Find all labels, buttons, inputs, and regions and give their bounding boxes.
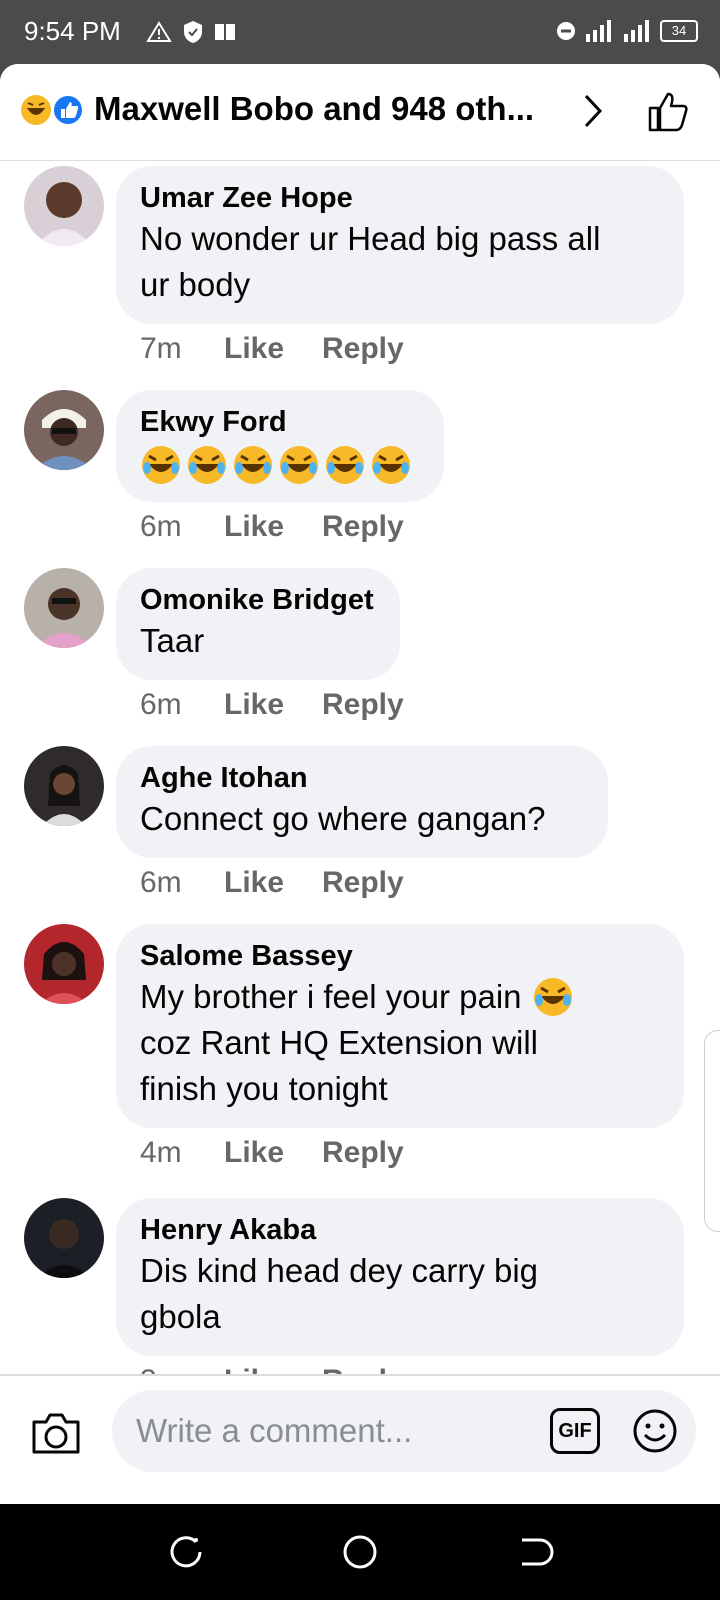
comment-meta: 6m Like Reply: [140, 688, 404, 722]
comment-meta: 7m Like Reply: [140, 332, 404, 366]
like-link[interactable]: Like: [224, 510, 322, 544]
comment-author[interactable]: Umar Zee Hope: [140, 180, 660, 216]
comment-time: 4m: [140, 1136, 182, 1169]
comment-bubble[interactable]: Salome Bassey My brother i feel your pai…: [116, 924, 684, 1128]
gif-icon[interactable]: GIF: [550, 1408, 600, 1454]
avatar[interactable]: [24, 924, 104, 1004]
avatar[interactable]: [24, 568, 104, 648]
book-icon: [215, 24, 235, 40]
comment-text-fragment: My brother i feel your pain: [140, 978, 522, 1015]
comment-author[interactable]: Ekwy Ford: [140, 404, 420, 440]
comment-text-line: coz Rant HQ Extension will: [140, 1024, 538, 1061]
recent-apps-icon[interactable]: [166, 1532, 206, 1572]
like-link[interactable]: Like: [224, 866, 322, 900]
shield-icon: [184, 21, 202, 43]
comment-bubble[interactable]: Aghe Itohan Connect go where gangan?: [116, 746, 608, 858]
status-time: 9:54 PM: [24, 16, 121, 46]
comment-meta: 6m Like Reply: [140, 510, 404, 544]
comment-author[interactable]: Aghe Itohan: [140, 760, 584, 796]
signal-icon: [586, 20, 611, 42]
emoji-picker-icon[interactable]: [632, 1408, 678, 1454]
laughing-emoji-icon: [280, 446, 318, 484]
comment-text-line: Taar: [140, 622, 205, 659]
chevron-right-icon[interactable]: [580, 92, 606, 130]
laugh-reaction-icon: [21, 95, 51, 125]
reply-link[interactable]: Reply: [322, 510, 404, 544]
comment-text-line: Connect go where gangan?: [140, 800, 546, 837]
comment-input[interactable]: [112, 1390, 696, 1472]
comment-bubble[interactable]: Omonike Bridget Taar: [116, 568, 400, 680]
comment-time: 3m: [140, 1364, 224, 1374]
reply-link[interactable]: Reply: [322, 866, 404, 900]
comment-text-line: finish you tonight: [140, 1070, 388, 1107]
comment-meta: 4m Like Reply: [140, 1136, 404, 1170]
comment-bubble[interactable]: Umar Zee Hope No wonder ur Head big pass…: [116, 166, 684, 324]
like-link[interactable]: Like: [224, 1364, 322, 1374]
laughing-emoji-icon: [326, 446, 364, 484]
reply-link[interactable]: Reply: [322, 332, 404, 366]
reply-link[interactable]: Reply: [322, 1364, 404, 1374]
comment-author[interactable]: Omonike Bridget: [140, 582, 376, 618]
like-link[interactable]: Like: [224, 332, 322, 366]
header-title[interactable]: Maxwell Bobo and 948 oth...: [94, 90, 564, 128]
avatar[interactable]: [24, 1198, 104, 1278]
battery-indicator: 34: [660, 20, 698, 42]
avatar[interactable]: [24, 390, 104, 470]
avatar[interactable]: [24, 746, 104, 826]
camera-icon[interactable]: [30, 1410, 82, 1456]
comment-text-line: ur body: [140, 266, 251, 303]
reply-link[interactable]: Reply: [322, 688, 404, 722]
comment-composer: GIF: [0, 1374, 720, 1504]
comment-meta: 6m Like Reply: [140, 866, 404, 900]
laughing-emoji-icon: [533, 978, 572, 1016]
comment-text-line: No wonder ur Head big pass all: [140, 220, 601, 257]
comment-author[interactable]: Henry Akaba: [140, 1212, 660, 1248]
comment-meta: 3m Like Reply: [140, 1364, 404, 1374]
warning-icon: [146, 21, 172, 42]
dnd-icon: [557, 22, 575, 40]
laughing-emoji-icon: [142, 446, 180, 484]
home-icon[interactable]: [340, 1532, 380, 1572]
status-right-icons: 34: [556, 20, 698, 42]
comment-time: 6m: [140, 510, 182, 543]
laughing-emoji-icon: [372, 446, 410, 484]
system-nav-bar: [0, 1504, 720, 1600]
reply-link[interactable]: Reply: [322, 1136, 404, 1170]
comment-time: 6m: [140, 866, 182, 899]
side-handle[interactable]: [704, 1030, 720, 1232]
comment-text-line: Dis kind head dey carry big: [140, 1252, 539, 1289]
reaction-icons: [21, 94, 84, 126]
like-reaction-icon: [52, 94, 84, 126]
signal-icon-2: [624, 20, 649, 42]
comments-sheet: Maxwell Bobo and 948 oth... Umar Zee Hop…: [0, 64, 720, 1504]
emoji-row: [140, 444, 420, 486]
status-left-icons: [146, 20, 236, 44]
like-button-icon[interactable]: [646, 90, 690, 134]
comments-list[interactable]: Umar Zee Hope No wonder ur Head big pass…: [0, 160, 720, 1374]
comment-text-line: gbola: [140, 1298, 221, 1335]
comment-time: 6m: [140, 688, 182, 721]
comment-bubble[interactable]: Henry Akaba Dis kind head dey carry big …: [116, 1198, 684, 1356]
status-bar: 9:54 PM 34: [0, 0, 720, 64]
comment-text-line: My brother i feel your pain: [140, 974, 660, 1020]
laughing-emoji-icon: [188, 446, 226, 484]
comment-time: 7m: [140, 332, 182, 365]
comment-author[interactable]: Salome Bassey: [140, 938, 660, 974]
comment-bubble[interactable]: Ekwy Ford: [116, 390, 444, 502]
laughing-emoji-icon: [234, 446, 272, 484]
like-link[interactable]: Like: [224, 688, 322, 722]
back-icon[interactable]: [514, 1532, 554, 1572]
like-link[interactable]: Like: [224, 1136, 322, 1170]
reactions-header[interactable]: Maxwell Bobo and 948 oth...: [0, 64, 720, 161]
avatar[interactable]: [24, 166, 104, 246]
gif-label: GIF: [558, 1419, 592, 1442]
